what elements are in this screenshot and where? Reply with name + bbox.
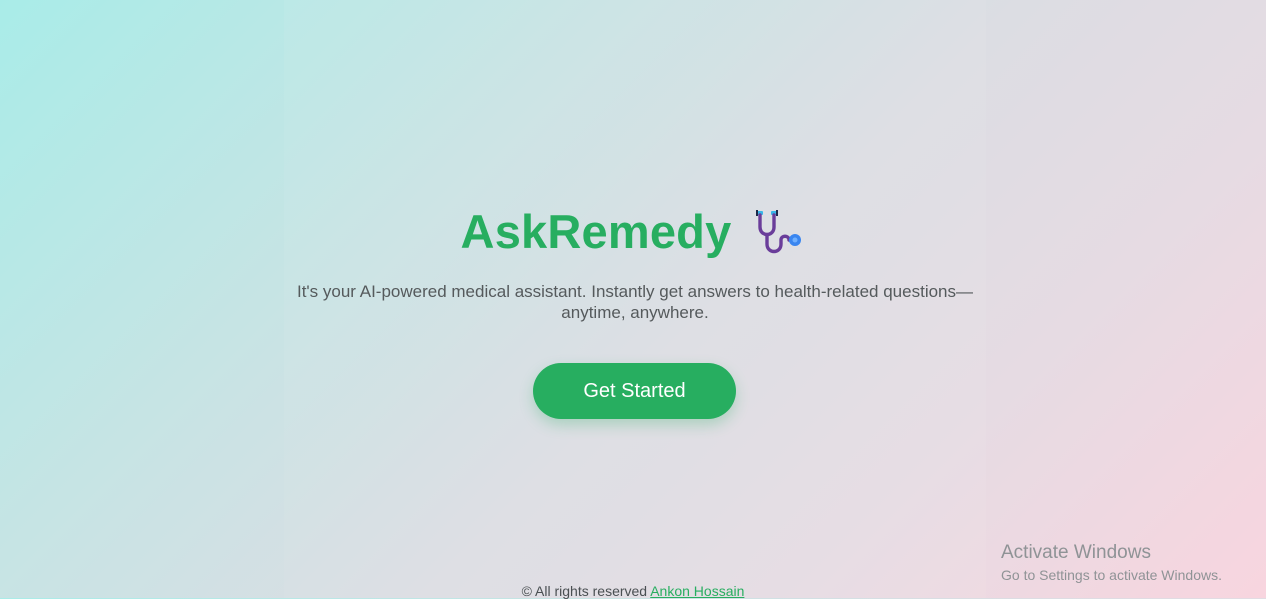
stethoscope-icon (751, 207, 805, 257)
title-row: AskRemedy (0, 200, 1266, 264)
activate-windows-watermark: Activate Windows Go to Settings to activ… (1001, 541, 1222, 586)
author-link[interactable]: Ankon Hossain (650, 583, 744, 599)
app-title: AskRemedy (460, 205, 732, 258)
copyright-text: © All rights reserved (521, 583, 648, 599)
hero-section: AskRemedy It's your AI-powered medical a… (0, 0, 1266, 599)
activate-windows-title: Activate Windows (1001, 542, 1151, 563)
activate-windows-hint: Go to Settings to activate Windows. (1001, 567, 1222, 583)
get-started-button[interactable]: Get Started (533, 363, 736, 419)
app-tagline: It's your AI-powered medical assistant. … (296, 282, 974, 322)
